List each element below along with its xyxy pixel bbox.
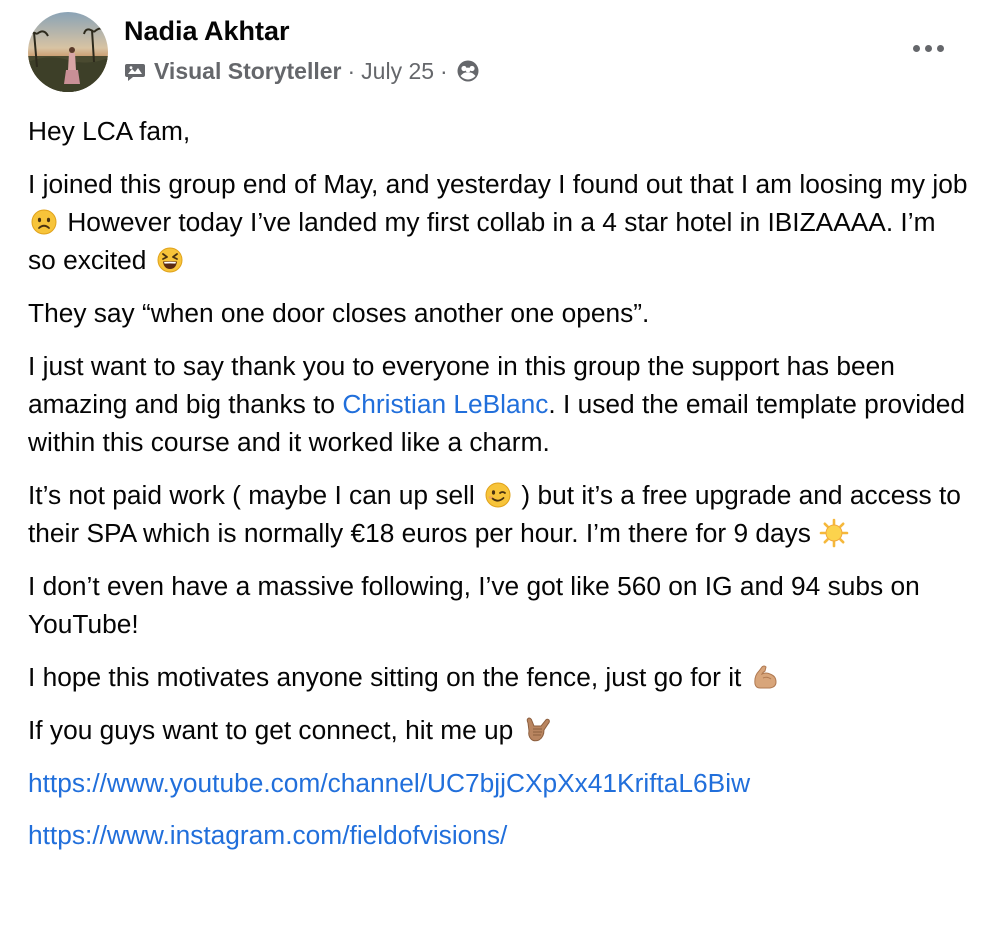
author-badge-label[interactable]: Visual Storyteller [154,58,342,85]
post-timestamp[interactable]: July 25 [361,58,434,85]
sun-emoji [819,518,849,548]
group-privacy-icon[interactable] [456,59,480,83]
frowning-face-emoji [29,207,59,237]
post-meta: Visual Storyteller · July 25 · [124,56,480,86]
post-paragraph-2: They say “when one door closes another o… [28,298,650,328]
more-options-icon [910,44,946,52]
winking-face-emoji [483,480,513,510]
youtube-link-paragraph: https://www.youtube.com/channel/UC7bjjCX… [28,764,968,802]
youtube-channel-link[interactable]: https://www.youtube.com/channel/UC7bjjCX… [28,768,750,798]
post-paragraph-6: I hope this motivates anyone sitting on … [28,658,968,696]
mention-link[interactable]: Christian LeBlanc [342,389,548,419]
post-card: Nadia Akhtar Visual Storyteller · July 2… [0,0,994,952]
paragraph-text: I hope this motivates anyone sitting on … [28,662,742,692]
post-paragraph-greeting: Hey LCA fam, [28,116,191,146]
more-options-button[interactable] [906,33,950,63]
call-me-hand-emoji [522,715,552,745]
visual-storyteller-badge-icon [124,61,146,81]
post-paragraph-4: It’s not paid work ( maybe I can up sell… [28,476,968,552]
meta-separator: · [440,57,448,84]
instagram-link-paragraph: https://www.instagram.com/fieldofvisions… [28,816,968,854]
grinning-squinting-face-emoji [155,245,185,275]
paragraph-text: I joined this group end of May, and yest… [28,169,968,199]
author-name[interactable]: Nadia Akhtar [124,14,290,48]
author-avatar[interactable] [28,12,108,92]
paragraph-text: If you guys want to get connect, hit me … [28,715,514,745]
flexed-biceps-emoji [750,662,780,692]
post-paragraph-5: I don’t even have a massive following, I… [28,571,920,639]
post-paragraph-1: I joined this group end of May, and yest… [28,165,968,279]
avatar-image [28,12,108,92]
post-paragraph-3: I just want to say thank you to everyone… [28,347,968,461]
post-text: Hey LCA fam, I joined this group end of … [28,112,968,868]
instagram-profile-link[interactable]: https://www.instagram.com/fieldofvisions… [28,820,507,850]
post-paragraph-7: If you guys want to get connect, hit me … [28,711,968,749]
meta-separator: · [347,57,356,84]
paragraph-text: It’s not paid work ( maybe I can up sell [28,480,475,510]
